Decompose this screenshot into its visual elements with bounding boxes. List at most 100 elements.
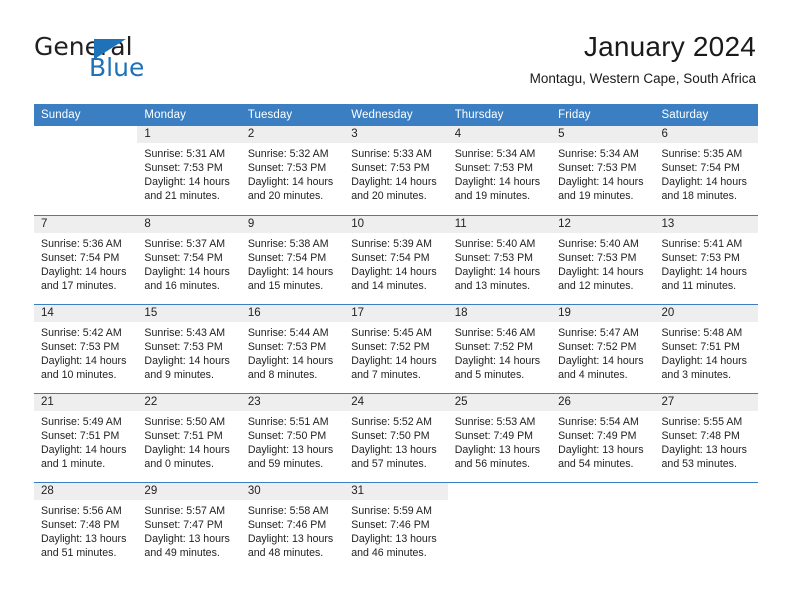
day-number: 27 (654, 393, 758, 411)
day-sun-info: Sunrise: 5:51 AM Sunset: 7:50 PM Daylight:… (241, 411, 344, 471)
daylight-text-line2: and 48 minutes. (247, 546, 324, 559)
day-sun-info: Sunrise: 5:33 AM Sunset: 7:53 PM Daylight:… (344, 143, 447, 203)
calendar-day-cell[interactable]: 31 Sunrise: 5:59 AM Sunset: 7:46 PM Dayligh… (344, 481, 448, 571)
calendar-day-cell[interactable]: 27 Sunrise: 5:55 AM Sunset: 7:48 PM Dayligh… (654, 392, 758, 482)
title-block: January 2024 Montagu, Western Cape, Sout… (530, 30, 756, 87)
daylight-text-line2: and 1 minute. (41, 457, 106, 470)
calendar-day-cell[interactable]: 25 Sunrise: 5:53 AM Sunset: 7:49 PM Dayligh… (447, 392, 552, 482)
calendar-day-cell[interactable]: 26 Sunrise: 5:54 AM Sunset: 7:49 PM Dayligh… (551, 392, 655, 482)
sunrise-text: Sunrise: 5:50 AM (144, 415, 226, 428)
daylight-text-line2: and 8 minutes. (247, 368, 318, 381)
daylight-text-line1: Daylight: 14 hours (247, 176, 334, 189)
calendar-day-cell[interactable]: 14 Sunrise: 5:42 AM Sunset: 7:53 PM Dayligh… (34, 303, 138, 393)
sunrise-text: Sunrise: 5:32 AM (247, 148, 329, 160)
day-sun-info: Sunrise: 5:43 AM Sunset: 7:53 PM Daylight:… (137, 322, 240, 382)
calendar-day-cell[interactable]: 5 Sunrise: 5:34 AM Sunset: 7:53 PM Daylight… (551, 126, 655, 215)
calendar-day-cell[interactable]: 28 Sunrise: 5:56 AM Sunset: 7:48 PM Dayligh… (34, 481, 138, 571)
day-number: 9 (240, 215, 345, 233)
daylight-text-line1: Daylight: 14 hours (454, 176, 541, 189)
sunrise-text: Sunrise: 5:43 AM (144, 326, 226, 339)
daylight-text-line1: Daylight: 13 hours (558, 443, 644, 456)
day-number: 31 (344, 482, 448, 500)
sunrise-text: Sunrise: 5:35 AM (661, 148, 743, 160)
page-title: January 2024 (583, 31, 756, 62)
daylight-text-line2: and 56 minutes. (454, 457, 531, 470)
day-sun-info: Sunrise: 5:57 AM Sunset: 7:47 PM Daylight:… (137, 500, 240, 560)
day-number: 14 (34, 304, 138, 322)
sunrise-text: Sunrise: 5:34 AM (454, 148, 536, 160)
calendar-day-cell[interactable]: 2 Sunrise: 5:32 AM Sunset: 7:53 PM Daylight… (240, 126, 345, 215)
sunset-text: Sunset: 7:54 PM (144, 251, 223, 264)
day-sun-info: Sunrise: 5:39 AM Sunset: 7:54 PM Daylight:… (344, 233, 447, 293)
calendar-day-cell[interactable]: 11 Sunrise: 5:40 AM Sunset: 7:53 PM Dayligh… (447, 214, 552, 304)
calendar-day-cell[interactable]: 22 Sunrise: 5:50 AM Sunset: 7:51 PM Dayligh… (137, 392, 241, 482)
sunset-text: Sunset: 7:52 PM (351, 340, 430, 353)
day-number: 2 (240, 126, 345, 143)
daylight-text-line1: Daylight: 14 hours (454, 354, 541, 367)
calendar-day-cell[interactable]: 19 Sunrise: 5:47 AM Sunset: 7:52 PM Dayligh… (551, 303, 655, 393)
calendar-day-cell[interactable]: 20 Sunrise: 5:48 AM Sunset: 7:51 PM Dayligh… (654, 303, 758, 393)
generalblue-logo[interactable]: General Blue (34, 34, 214, 86)
calendar-day-cell[interactable]: 29 Sunrise: 5:57 AM Sunset: 7:47 PM Dayligh… (137, 481, 241, 571)
calendar-day-cell[interactable]: 1 Sunrise: 5:31 AM Sunset: 7:53 PM Daylight… (137, 126, 241, 215)
day-sun-info: Sunrise: 5:49 AM Sunset: 7:51 PM Daylight:… (34, 411, 137, 471)
sunrise-text: Sunrise: 5:51 AM (247, 415, 329, 428)
calendar-day-cell[interactable]: 13 Sunrise: 5:41 AM Sunset: 7:53 PM Dayligh… (654, 214, 758, 304)
calendar-day-cell[interactable]: 18 Sunrise: 5:46 AM Sunset: 7:52 PM Dayligh… (447, 303, 552, 393)
calendar-day-cell[interactable]: 24 Sunrise: 5:52 AM Sunset: 7:50 PM Dayligh… (344, 392, 448, 482)
calendar-day-cell[interactable]: 9 Sunrise: 5:38 AM Sunset: 7:54 PM Daylight… (240, 214, 345, 304)
sunrise-text: Sunrise: 5:57 AM (144, 504, 226, 517)
daylight-text-line2: and 20 minutes. (351, 190, 427, 203)
day-number: 29 (137, 482, 241, 500)
page-header: General Blue January 2024 Montagu, Weste… (0, 0, 792, 100)
calendar-day-cell[interactable]: 12 Sunrise: 5:40 AM Sunset: 7:53 PM Dayligh… (551, 214, 655, 304)
sunrise-text: Sunrise: 5:42 AM (41, 326, 122, 339)
daylight-text-line1: Daylight: 14 hours (41, 265, 127, 278)
calendar-day-cell[interactable]: 17 Sunrise: 5:45 AM Sunset: 7:52 PM Dayligh… (344, 303, 448, 393)
day-number: 24 (344, 393, 448, 411)
sunrise-text: Sunrise: 5:59 AM (351, 504, 432, 517)
daylight-text-line1: Daylight: 14 hours (144, 265, 230, 278)
sunset-text: Sunset: 7:53 PM (454, 162, 534, 175)
day-sun-info: Sunrise: 5:44 AM Sunset: 7:53 PM Daylight:… (241, 322, 344, 382)
sunrise-text: Sunrise: 5:56 AM (41, 504, 122, 517)
sunrise-text: Sunrise: 5:53 AM (454, 415, 536, 428)
daylight-text-line2: and 17 minutes. (41, 279, 117, 292)
day-sun-info: Sunrise: 5:40 AM Sunset: 7:53 PM Daylight:… (551, 233, 654, 293)
daylight-text-line1: Daylight: 14 hours (41, 354, 127, 367)
calendar-day-cell[interactable]: 30 Sunrise: 5:58 AM Sunset: 7:46 PM Dayligh… (240, 481, 345, 571)
day-sun-info: Sunrise: 5:55 AM Sunset: 7:48 PM Daylight:… (655, 411, 758, 471)
calendar-day-cell[interactable]: 15 Sunrise: 5:43 AM Sunset: 7:53 PM Dayligh… (137, 303, 241, 393)
day-number (34, 126, 137, 143)
day-number: 26 (551, 393, 655, 411)
daylight-text-line2: and 10 minutes. (41, 368, 117, 381)
daylight-text-line2: and 19 minutes. (558, 190, 634, 203)
calendar-day-cell[interactable]: 8 Sunrise: 5:37 AM Sunset: 7:54 PM Daylight… (137, 214, 241, 304)
calendar-day-cell[interactable]: 6 Sunrise: 5:35 AM Sunset: 7:54 PM Daylight… (654, 126, 758, 215)
logo-text-blue: Blue (89, 53, 145, 82)
sunrise-text: Sunrise: 5:40 AM (454, 237, 536, 250)
calendar-day-cell[interactable]: 10 Sunrise: 5:39 AM Sunset: 7:54 PM Dayligh… (344, 214, 448, 304)
day-sun-info: Sunrise: 5:46 AM Sunset: 7:52 PM Daylight:… (448, 322, 551, 382)
calendar-day-cell[interactable]: 4 Sunrise: 5:34 AM Sunset: 7:53 PM Daylight… (447, 126, 552, 215)
sunset-text: Sunset: 7:54 PM (41, 251, 120, 264)
day-sun-info: Sunrise: 5:34 AM Sunset: 7:53 PM Daylight:… (448, 143, 551, 203)
sunrise-text: Sunrise: 5:58 AM (247, 504, 329, 517)
calendar-day-cell[interactable]: 21 Sunrise: 5:49 AM Sunset: 7:51 PM Dayligh… (34, 392, 138, 482)
day-number: 13 (654, 215, 758, 233)
day-number: 16 (240, 304, 345, 322)
calendar-cell-empty (447, 481, 552, 571)
calendar-day-cell[interactable]: 23 Sunrise: 5:51 AM Sunset: 7:50 PM Dayligh… (240, 392, 345, 482)
sunrise-text: Sunrise: 5:37 AM (144, 237, 226, 250)
day-number: 21 (34, 393, 138, 411)
calendar-day-cell[interactable]: 16 Sunrise: 5:44 AM Sunset: 7:53 PM Dayligh… (240, 303, 345, 393)
calendar-day-cell[interactable]: 7 Sunrise: 5:36 AM Sunset: 7:54 PM Daylight… (34, 214, 138, 304)
daylight-text-line1: Daylight: 13 hours (454, 443, 541, 456)
weekday-header-tuesday: Tuesday (240, 104, 345, 126)
sunset-text: Sunset: 7:46 PM (351, 518, 430, 531)
day-sun-info: Sunrise: 5:38 AM Sunset: 7:54 PM Daylight:… (241, 233, 344, 293)
calendar-day-cell[interactable]: 3 Sunrise: 5:33 AM Sunset: 7:53 PM Daylight… (344, 126, 448, 215)
day-sun-info: Sunrise: 5:54 AM Sunset: 7:49 PM Daylight:… (551, 411, 654, 471)
calendar-table: Sunday Monday Tuesday Wednesday Thursday… (34, 104, 758, 571)
sunrise-text: Sunrise: 5:38 AM (247, 237, 329, 250)
